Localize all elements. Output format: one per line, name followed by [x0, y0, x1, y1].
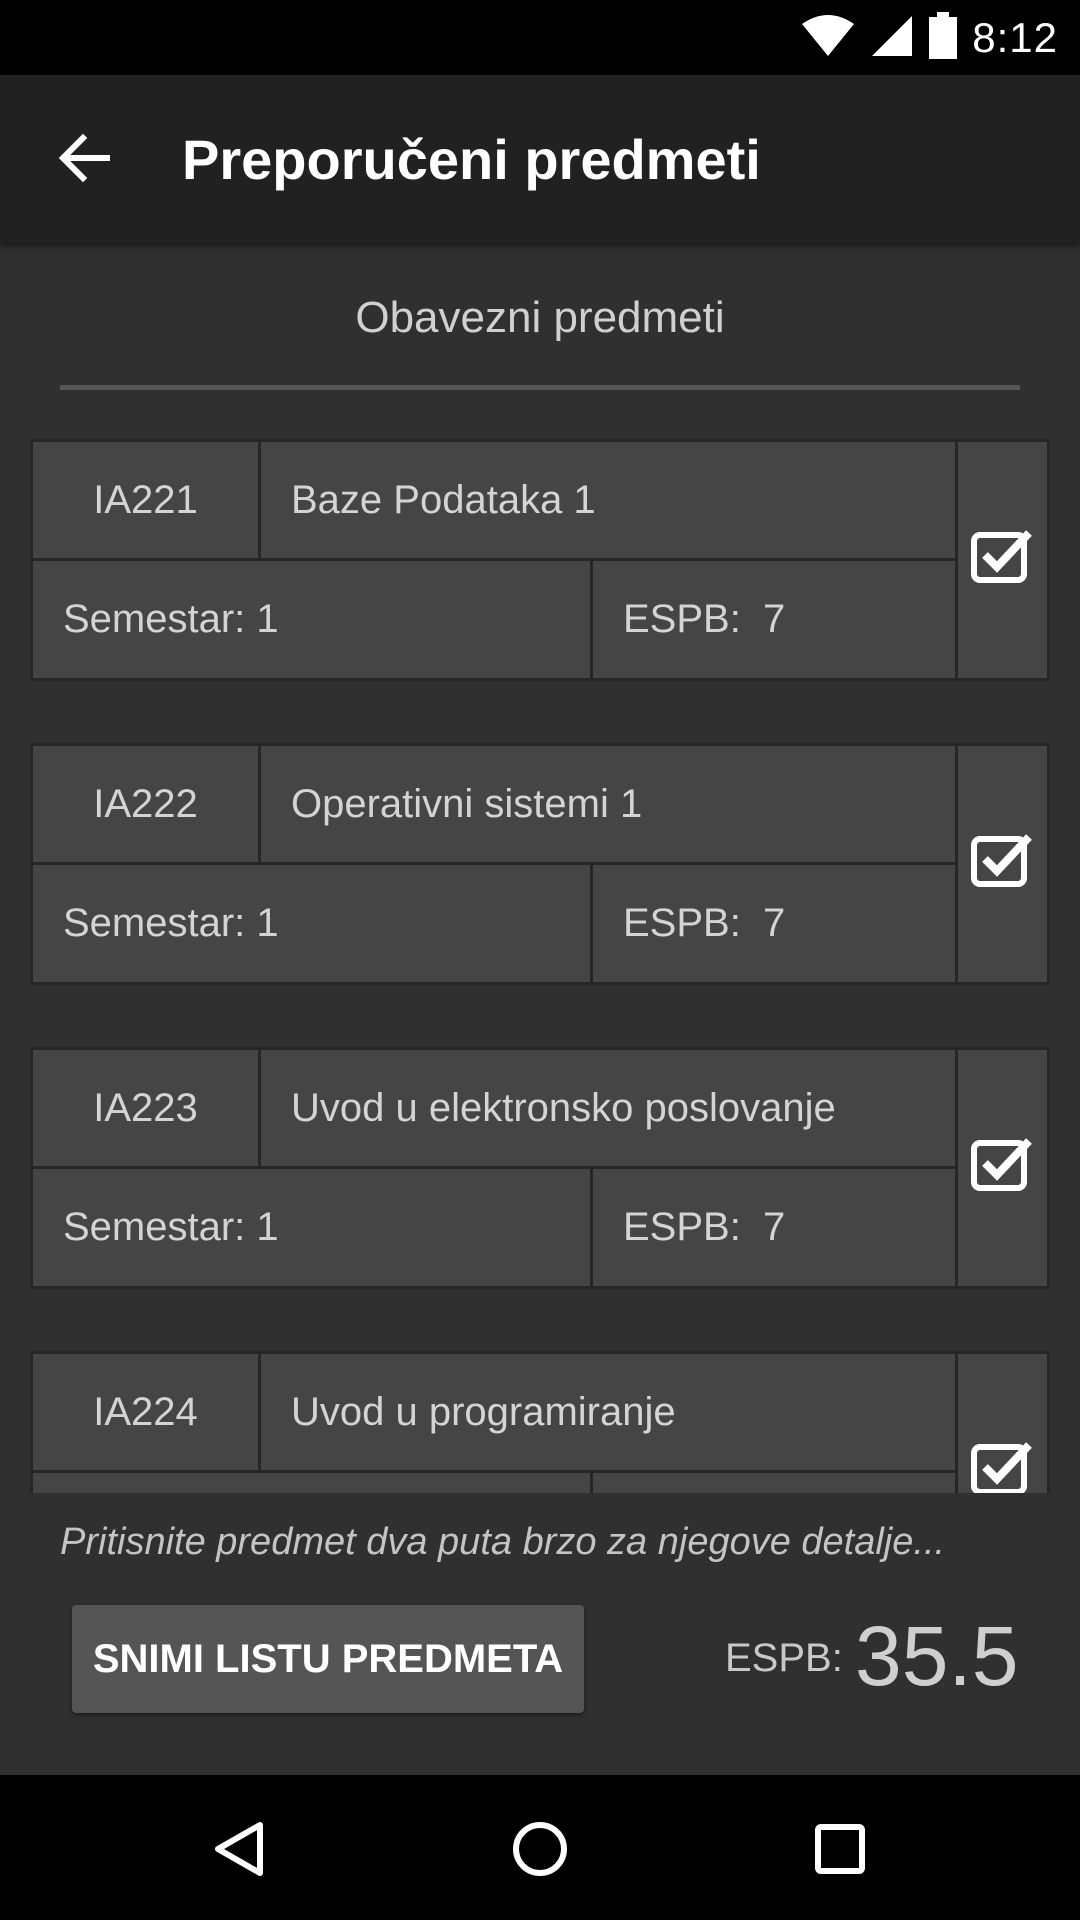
course-name: Uvod u programiranje — [258, 1351, 958, 1473]
section-title: Obavezni predmeti — [355, 293, 725, 342]
course-code: IA223 — [30, 1047, 261, 1169]
course-semester: Semestar: 1 — [30, 558, 593, 681]
course-checkbox[interactable] — [955, 743, 1050, 985]
battery-icon — [928, 11, 958, 65]
nav-home-icon — [510, 1819, 570, 1884]
signal-icon — [870, 14, 914, 63]
course-name: Uvod u elektronsko poslovanje — [258, 1047, 958, 1169]
course-item[interactable]: IA223 Uvod u elektronsko poslovanje Seme… — [30, 1047, 1050, 1289]
course-checkbox[interactable] — [955, 439, 1050, 681]
nav-home-button[interactable] — [500, 1811, 580, 1891]
save-list-button[interactable]: SNIMI LISTU PREDMETA — [72, 1605, 584, 1713]
course-item[interactable]: IA222 Operativni sistemi 1 Semestar: 1 E… — [30, 743, 1050, 985]
hint-text: Pritisnite predmet dva puta brzo za njeg… — [60, 1521, 946, 1563]
checkbox-checked-icon — [970, 1439, 1035, 1493]
course-list[interactable]: IA221 Baze Podataka 1 Semestar: 1 ESPB: … — [30, 439, 1050, 1493]
app-bar: Preporučeni predmeti — [0, 75, 1080, 243]
course-name: Operativni sistemi 1 — [258, 743, 958, 865]
course-item[interactable]: IA224 Uvod u programiranje — [30, 1351, 1050, 1493]
espb-total-label: ESPB: — [725, 1636, 843, 1680]
course-semester: Semestar: 1 — [30, 1166, 593, 1289]
course-code: IA224 — [30, 1351, 261, 1473]
nav-back-button[interactable] — [200, 1811, 280, 1891]
nav-back-icon — [210, 1819, 270, 1884]
checkbox-checked-icon — [970, 831, 1035, 897]
main-content: Obavezni predmeti IA221 Baze Podataka 1 … — [0, 243, 1080, 1775]
nav-recents-button[interactable] — [800, 1811, 880, 1891]
checkbox-checked-icon — [970, 1135, 1035, 1201]
course-espb: ESPB: 7 — [590, 862, 958, 985]
espb-total-value: 35.5 — [855, 1609, 1019, 1703]
wifi-icon — [800, 14, 856, 63]
course-checkbox[interactable] — [955, 1351, 1050, 1493]
course-code: IA222 — [30, 743, 261, 865]
course-espb: ESPB: 7 — [590, 1166, 958, 1289]
navigation-bar — [0, 1775, 1080, 1920]
back-button[interactable] — [50, 125, 120, 195]
status-time: 8:12 — [972, 14, 1058, 61]
checkbox-checked-icon — [970, 527, 1035, 593]
course-item[interactable]: IA221 Baze Podataka 1 Semestar: 1 ESPB: … — [30, 439, 1050, 681]
course-espb: ESPB: 7 — [590, 558, 958, 681]
course-code: IA221 — [30, 439, 261, 561]
status-icons: 8:12 — [800, 10, 1058, 66]
course-espb — [590, 1470, 958, 1493]
course-checkbox[interactable] — [955, 1047, 1050, 1289]
nav-recents-icon — [810, 1819, 870, 1884]
course-semester — [30, 1470, 593, 1493]
page-title: Preporučeni predmeti — [182, 128, 761, 191]
arrow-back-icon — [58, 132, 111, 189]
course-semester: Semestar: 1 — [30, 862, 593, 985]
section-divider — [60, 385, 1020, 390]
status-bar: 8:12 — [0, 0, 1080, 75]
course-name: Baze Podataka 1 — [258, 439, 958, 561]
